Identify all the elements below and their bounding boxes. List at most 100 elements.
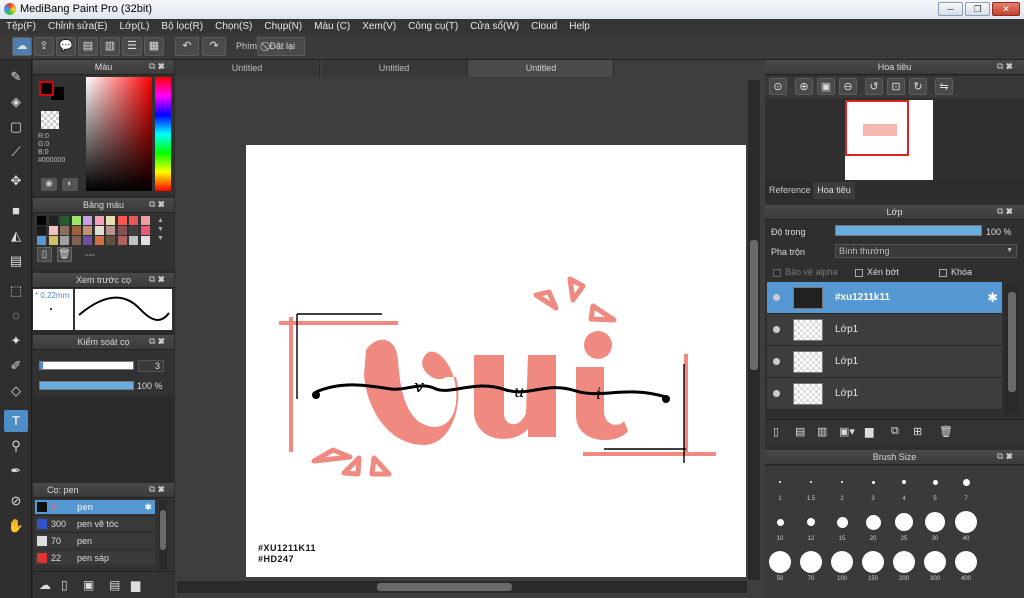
brush-size-cell[interactable]: 1 xyxy=(765,468,795,506)
protect-alpha-checkbox[interactable]: Bảo vệ alpha xyxy=(773,267,838,277)
redo-icon[interactable]: ↷ xyxy=(202,37,226,56)
brush-size-cell[interactable]: 7 xyxy=(951,468,981,506)
rotate-left-icon[interactable]: ↺ xyxy=(865,78,883,95)
blend-mode-select[interactable]: Bình thường ▼ xyxy=(835,244,1017,258)
new-8bit-layer-icon[interactable]: ▥ xyxy=(817,425,827,438)
palette-swatch[interactable] xyxy=(37,216,46,225)
palette-swatch[interactable] xyxy=(106,236,115,245)
panel-float-icon[interactable]: ⧉ ✖ xyxy=(997,61,1021,72)
zoom-out-icon[interactable]: ⊖ xyxy=(839,78,857,95)
select-rect-icon[interactable]: ⬚ xyxy=(4,280,28,302)
menu-item[interactable]: Chọn(S) xyxy=(209,19,258,34)
palette-swatch[interactable] xyxy=(48,216,58,225)
merge-layer-icon[interactable]: ⊞ xyxy=(913,425,922,438)
palette-swatch[interactable] xyxy=(83,236,92,245)
fill-shape-tool-icon[interactable]: ■ xyxy=(4,200,28,222)
visibility-icon[interactable] xyxy=(773,358,780,365)
text-tool-icon[interactable]: T xyxy=(4,410,28,432)
size-slider[interactable] xyxy=(39,361,134,370)
clipping-checkbox[interactable]: Xén bớt xyxy=(855,267,899,277)
palette-swatch[interactable] xyxy=(94,216,104,225)
palette-swatch[interactable] xyxy=(60,236,69,245)
brush-settings-icon[interactable]: ▤ xyxy=(109,578,120,592)
brush-size-cell[interactable]: 3 xyxy=(858,468,888,506)
menu-item[interactable]: Xem(V) xyxy=(356,19,402,34)
palette-swatch[interactable] xyxy=(129,236,138,245)
lasso-icon[interactable]: ◌ xyxy=(4,305,28,327)
gradient-tool-icon[interactable]: ▤ xyxy=(4,250,28,272)
bucket-tool-icon[interactable]: ◭ xyxy=(4,225,28,247)
palette-swatch[interactable] xyxy=(129,216,138,225)
brush-size-cell[interactable]: 400 xyxy=(951,548,981,586)
message-icon[interactable]: ▤ xyxy=(78,37,98,56)
horizontal-scrollbar[interactable] xyxy=(177,581,747,593)
panel-float-icon[interactable]: ⧉ ✖ xyxy=(149,199,171,210)
horizontal-scroll-thumb[interactable] xyxy=(377,583,512,591)
grid-icon[interactable]: ▦ xyxy=(144,37,164,56)
brush-tool-icon[interactable]: ✎ xyxy=(4,66,28,88)
brush-size-cell[interactable]: 12 xyxy=(796,508,826,546)
navigator-thumbnail[interactable] xyxy=(845,100,933,180)
brush-size-cell[interactable]: 4 xyxy=(889,468,919,506)
fg-color-swatch[interactable] xyxy=(39,81,54,96)
palette-swatch[interactable] xyxy=(37,226,46,235)
cloud-icon[interactable]: ☁ xyxy=(12,37,32,56)
delete-palette-icon[interactable]: 🗑 xyxy=(57,247,72,262)
brush-size-cell[interactable]: 5 xyxy=(920,468,950,506)
hue-slider[interactable] xyxy=(155,77,171,191)
menu-item[interactable]: Lớp(L) xyxy=(114,19,156,34)
brush-size-cell[interactable]: 10 xyxy=(765,508,795,546)
layer-scrollbar[interactable] xyxy=(1005,284,1019,414)
close-button[interactable]: ✕ xyxy=(992,2,1020,16)
panel-float-icon[interactable]: ⧉ ✖ xyxy=(997,451,1021,462)
brush-size-cell[interactable]: 300 xyxy=(920,548,950,586)
layer-opacity-slider[interactable] xyxy=(835,225,982,236)
new-layer-icon[interactable]: ▯ xyxy=(773,425,779,438)
tab-navigator[interactable]: Hoa tiêu xyxy=(813,182,855,199)
gear-icon[interactable]: ✱ xyxy=(987,290,998,306)
cloud-brush-icon[interactable]: ☁ xyxy=(39,578,51,592)
rectangle-tool-icon[interactable]: ▢ xyxy=(4,116,28,138)
document-tab[interactable]: Untitled xyxy=(175,60,320,77)
layer-menu-icon[interactable]: ▣▾ xyxy=(839,425,855,438)
undo-icon[interactable]: ↶ xyxy=(175,37,199,56)
lock-checkbox[interactable]: Khóa xyxy=(939,267,972,277)
panel-float-icon[interactable]: ⧉ ✖ xyxy=(149,61,165,72)
palette-swatch[interactable] xyxy=(94,226,104,235)
panel-float-icon[interactable]: ⧉ ✖ xyxy=(149,484,171,495)
brush-size-cell[interactable]: 70 xyxy=(796,548,826,586)
palette-scroll-arrows[interactable]: ▲ ▼ ▼ xyxy=(157,216,167,244)
menu-item[interactable]: Chụp(N) xyxy=(258,19,308,34)
brush-menu-icon[interactable]: ▣ xyxy=(83,578,94,592)
document-tab[interactable]: Untitled xyxy=(322,60,467,77)
transparent-swatch[interactable] xyxy=(41,111,59,129)
menu-item[interactable]: Màu (C) xyxy=(308,19,356,34)
palette-swatch[interactable] xyxy=(140,236,150,245)
fit-window-icon[interactable]: ▣ xyxy=(817,78,835,95)
tab-reference[interactable]: Reference xyxy=(769,185,811,195)
brush-size-cell[interactable]: 150 xyxy=(858,548,888,586)
palette-swatch[interactable] xyxy=(129,226,138,235)
move-tool-icon[interactable]: ✥ xyxy=(4,170,28,192)
brush-folder-icon[interactable]: ▆ xyxy=(131,578,140,592)
brush-size-cell[interactable]: 50 xyxy=(765,548,795,586)
palette-swatch[interactable] xyxy=(60,226,69,235)
palette-swatch[interactable] xyxy=(117,216,127,225)
drawing-canvas[interactable]: v u i #XU1211K11 #HD247 xyxy=(246,145,746,577)
brush-size-cell[interactable]: 40 xyxy=(951,508,981,546)
dropper-tool-icon[interactable]: ✒ xyxy=(4,460,28,482)
brush-size-cell[interactable]: 15 xyxy=(827,508,857,546)
palette-swatch[interactable] xyxy=(71,226,81,235)
palette-swatch[interactable] xyxy=(37,236,46,245)
hand-tool-icon[interactable]: ✋ xyxy=(4,515,28,537)
palette-swatch[interactable] xyxy=(117,226,127,235)
minimize-button[interactable]: ─ xyxy=(938,2,963,16)
new-halftone-layer-icon[interactable]: ▤ xyxy=(795,425,805,438)
layer-folder-icon[interactable]: ▆ xyxy=(865,425,873,438)
delete-layer-icon[interactable]: 🗑 xyxy=(939,425,953,438)
saturation-value-picker[interactable] xyxy=(86,77,152,191)
layer-row[interactable]: Lớp1 xyxy=(767,378,1002,410)
flip-icon[interactable]: ⇋ xyxy=(935,78,953,95)
palette-swatch[interactable] xyxy=(48,236,58,245)
brush-list-item[interactable]: 70 pen xyxy=(35,534,155,548)
